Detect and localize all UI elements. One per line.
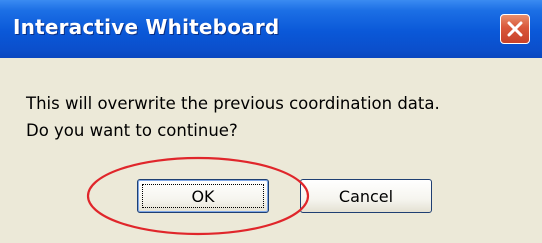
cancel-button[interactable]: Cancel: [300, 179, 432, 213]
close-button[interactable]: [500, 14, 530, 44]
dialog-body: [0, 58, 542, 243]
dialog-message: This will overwrite the previous coordin…: [26, 90, 440, 144]
window-title: Interactive Whiteboard: [13, 15, 280, 39]
ok-button[interactable]: OK: [137, 179, 269, 213]
focus-rectangle: [142, 184, 264, 208]
message-line-1: This will overwrite the previous coordin…: [26, 94, 440, 113]
close-icon: [507, 21, 523, 37]
message-line-2: Do you want to continue?: [26, 121, 238, 140]
cancel-button-label: Cancel: [338, 186, 394, 206]
dialog-window: Interactive Whiteboard This will overwri…: [0, 0, 542, 243]
title-bar[interactable]: Interactive Whiteboard: [0, 0, 542, 58]
